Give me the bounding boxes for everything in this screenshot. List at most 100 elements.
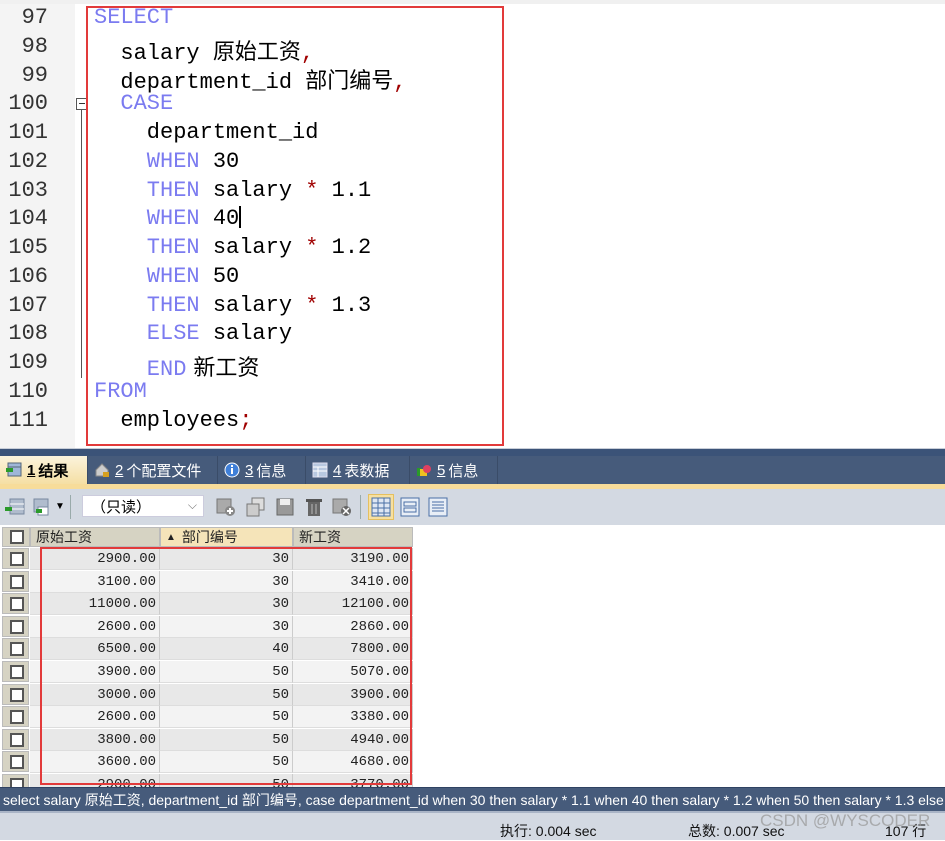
column-header-original-salary[interactable]: 原始工资 bbox=[30, 527, 160, 547]
table-cell[interactable]: 5070.00 bbox=[293, 661, 413, 683]
tab-info-2[interactable]: 5 信息 bbox=[410, 456, 498, 484]
info-icon bbox=[224, 462, 240, 478]
keyword: SELECT bbox=[94, 5, 174, 30]
tab-label: 信息 bbox=[448, 462, 479, 480]
table-cell[interactable]: 2860.00 bbox=[293, 615, 413, 638]
table-cell[interactable]: 50 bbox=[160, 751, 293, 774]
fold-toggle-icon[interactable] bbox=[76, 98, 88, 110]
save-icon[interactable] bbox=[275, 497, 295, 517]
code-text: 50 bbox=[199, 264, 240, 289]
code-line: department_id bbox=[94, 120, 319, 145]
row-checkbox[interactable] bbox=[2, 638, 29, 660]
table-cell[interactable]: 50 bbox=[160, 728, 293, 751]
table-cell[interactable]: 3380.00 bbox=[293, 706, 413, 729]
table-cell[interactable]: 3900.00 bbox=[30, 661, 160, 683]
keyword: THEN bbox=[94, 178, 200, 203]
delete-icon[interactable] bbox=[304, 497, 324, 517]
profile-icon bbox=[94, 462, 110, 478]
table-cell[interactable]: 50 bbox=[160, 774, 293, 787]
keyword: THEN bbox=[94, 235, 200, 260]
row-checkbox[interactable] bbox=[2, 728, 29, 750]
import-icon[interactable] bbox=[32, 497, 52, 517]
row-checkbox[interactable] bbox=[2, 706, 29, 728]
result-grid: 原始工资 ▲ 部门编号 新工资 2900.00 30 3190.00 3100.00 30… bbox=[0, 525, 945, 787]
table-cell[interactable]: 3100.00 bbox=[30, 570, 160, 593]
table-cell[interactable]: 3190.00 bbox=[293, 548, 413, 570]
keyword: WHEN bbox=[94, 264, 200, 289]
table-cell[interactable]: 50 bbox=[160, 683, 293, 706]
tab-table-data[interactable]: 4 表数据 bbox=[306, 456, 410, 484]
row-checkbox[interactable] bbox=[2, 683, 29, 705]
row-checkbox[interactable] bbox=[2, 593, 29, 615]
table-cell[interactable]: 3000.00 bbox=[30, 683, 160, 706]
table-cell[interactable]: 3770.00 bbox=[293, 774, 413, 787]
table-cell[interactable]: 4680.00 bbox=[293, 751, 413, 774]
table-cell[interactable]: 30 bbox=[160, 570, 293, 593]
tab-info[interactable]: 3 信息 bbox=[218, 456, 306, 484]
toolbar-separator bbox=[360, 495, 361, 519]
text-view-button[interactable] bbox=[428, 497, 448, 517]
table-cell[interactable]: 30 bbox=[160, 615, 293, 638]
code-line: FROM bbox=[94, 379, 147, 404]
table-cell[interactable]: 50 bbox=[160, 661, 293, 683]
column-header-label: 原始工资 bbox=[36, 529, 92, 545]
table-cell[interactable]: 7800.00 bbox=[293, 638, 413, 661]
table-cell[interactable]: 6500.00 bbox=[30, 638, 160, 661]
tab-results[interactable]: 1 结果 bbox=[0, 456, 88, 484]
code-line: salary 原始工资, bbox=[94, 34, 314, 66]
table-data-icon bbox=[312, 462, 328, 478]
code-line: WHEN 50 bbox=[94, 264, 239, 289]
select-all-checkbox[interactable] bbox=[2, 527, 30, 547]
keyword: WHEN bbox=[94, 149, 200, 174]
table-cell[interactable]: 11000.00 bbox=[30, 593, 160, 616]
keyword: FROM bbox=[94, 379, 147, 404]
add-row-icon[interactable] bbox=[216, 497, 236, 517]
dropdown-arrow-icon[interactable]: ▼ bbox=[55, 501, 65, 521]
column-header-department-id[interactable]: ▲ 部门编号 bbox=[160, 527, 293, 547]
code-text: 30 bbox=[199, 149, 240, 174]
table-cell[interactable]: 50 bbox=[160, 706, 293, 729]
table-cell[interactable]: 3800.00 bbox=[30, 728, 160, 751]
table-cell[interactable]: 30 bbox=[160, 593, 293, 616]
grid-view-button[interactable] bbox=[368, 494, 394, 520]
code-text: salary bbox=[199, 235, 306, 260]
row-checkbox[interactable] bbox=[2, 615, 29, 637]
operator: * bbox=[305, 235, 319, 260]
tab-key: 4 bbox=[333, 461, 342, 479]
code-line: THEN salary * 1.3 bbox=[94, 293, 371, 318]
form-view-button[interactable] bbox=[400, 497, 420, 517]
table-cell[interactable]: 2900.00 bbox=[30, 774, 160, 787]
table-cell[interactable]: 12100.00 bbox=[293, 593, 413, 616]
row-checkbox[interactable] bbox=[2, 751, 29, 773]
table-cell[interactable]: 3410.00 bbox=[293, 570, 413, 593]
row-checkbox[interactable] bbox=[2, 774, 29, 787]
table-cell[interactable]: 2600.00 bbox=[30, 615, 160, 638]
mode-select[interactable]: （只读） ⌵ bbox=[82, 495, 204, 517]
cancel-changes-icon[interactable] bbox=[332, 497, 352, 517]
code-text: 40 bbox=[199, 206, 240, 231]
export-icon[interactable] bbox=[5, 497, 25, 517]
column-header-new-salary[interactable]: 新工资 bbox=[293, 527, 413, 547]
code-line: ELSE salary bbox=[94, 321, 292, 346]
row-checkbox[interactable] bbox=[2, 548, 29, 569]
duplicate-row-icon[interactable] bbox=[246, 497, 266, 517]
table-cell[interactable]: 3900.00 bbox=[293, 683, 413, 706]
sql-editor[interactable]: 97 98 99 100 101 102 103 104 105 106 107… bbox=[0, 4, 945, 448]
table-cell[interactable]: 4940.00 bbox=[293, 728, 413, 751]
code-line: WHEN 40 bbox=[94, 206, 241, 231]
code-line: END 新工资 bbox=[94, 350, 260, 382]
code-line: CASE bbox=[94, 91, 173, 116]
table-cell[interactable]: 2900.00 bbox=[30, 548, 160, 570]
line-number: 103 bbox=[8, 178, 48, 203]
column-header-label: 部门编号 bbox=[181, 529, 238, 545]
tab-profiles[interactable]: 2 个配置文件 bbox=[88, 456, 218, 484]
row-checkbox[interactable] bbox=[2, 570, 29, 592]
table-cell[interactable]: 3600.00 bbox=[30, 751, 160, 774]
tab-label: 个配置文件 bbox=[126, 462, 202, 480]
table-cell[interactable]: 2600.00 bbox=[30, 706, 160, 729]
line-number: 108 bbox=[8, 321, 48, 346]
table-cell[interactable]: 30 bbox=[160, 548, 293, 570]
table-cell[interactable]: 40 bbox=[160, 638, 293, 661]
keyword: WHEN bbox=[94, 206, 200, 231]
row-checkbox[interactable] bbox=[2, 661, 29, 682]
